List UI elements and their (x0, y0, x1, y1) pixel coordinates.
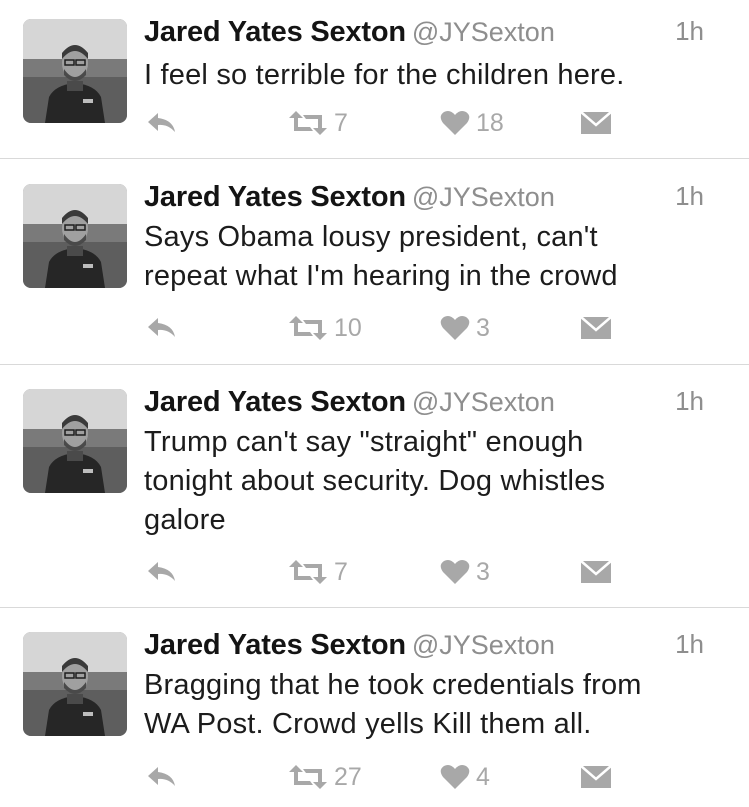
like-button[interactable]: 3 (440, 312, 490, 344)
timestamp: 1h (675, 16, 704, 46)
tweet-text-line: Trump can't say "straight" enough (144, 426, 584, 458)
avatar[interactable] (23, 389, 127, 493)
author-name[interactable]: Jared Yates Sexton (144, 181, 406, 213)
like-button[interactable]: 18 (440, 107, 504, 139)
like-count: 3 (476, 313, 490, 342)
heart-icon (440, 559, 470, 585)
avatar[interactable] (23, 184, 127, 288)
tweet-actions: 7 3 (0, 556, 749, 588)
author-name[interactable]: Jared Yates Sexton (144, 16, 406, 48)
author-name[interactable]: Jared Yates Sexton (144, 386, 406, 418)
retweet-button[interactable]: 7 (288, 107, 348, 139)
reply-icon (146, 111, 178, 135)
retweet-button[interactable]: 27 (288, 761, 362, 793)
reply-icon (146, 316, 178, 340)
tweet-text-line: I feel so terrible for the children here… (144, 59, 625, 91)
reply-button[interactable] (146, 107, 178, 139)
tweet-text-line: Says Obama lousy president, can't (144, 221, 598, 253)
retweet-button[interactable]: 7 (288, 556, 348, 588)
heart-icon (440, 110, 470, 136)
tweet-text-line: WA Post. Crowd yells Kill them all. (144, 708, 592, 740)
timestamp: 1h (675, 181, 704, 211)
heart-icon (440, 764, 470, 790)
direct-message-button[interactable] (580, 312, 612, 344)
tweet-header: Jared Yates Sexton @JYSexton 1h (144, 16, 729, 56)
tweet-text-line: repeat what I'm hearing in the crowd (144, 260, 618, 292)
tweet-text-line: Bragging that he took credentials from (144, 669, 642, 701)
reply-button[interactable] (146, 761, 178, 793)
reply-icon (146, 765, 178, 789)
tweet-text: Says Obama lousy president, can't repeat … (144, 218, 734, 296)
timestamp: 1h (675, 629, 704, 659)
envelope-icon (580, 764, 612, 790)
direct-message-button[interactable] (580, 556, 612, 588)
envelope-icon (580, 559, 612, 585)
retweet-icon (288, 560, 328, 584)
reply-icon (146, 560, 178, 584)
envelope-icon (580, 110, 612, 136)
author-handle[interactable]: @JYSexton (412, 630, 555, 660)
retweet-count: 10 (334, 313, 362, 342)
retweet-icon (288, 111, 328, 135)
tweet-actions: 7 18 (0, 107, 749, 139)
retweet-count: 7 (334, 108, 348, 137)
avatar[interactable] (23, 632, 127, 736)
tweet-actions: 10 3 (0, 312, 749, 344)
tweet-header: Jared Yates Sexton @JYSexton 1h (144, 181, 729, 221)
retweet-button[interactable]: 10 (288, 312, 362, 344)
tweet-divider (0, 607, 749, 608)
like-button[interactable]: 3 (440, 556, 490, 588)
direct-message-button[interactable] (580, 107, 612, 139)
tweet-header: Jared Yates Sexton @JYSexton 1h (144, 386, 729, 426)
tweet-divider (0, 158, 749, 159)
tweet-text: I feel so terrible for the children here… (144, 56, 734, 95)
tweet-text-line: galore (144, 504, 226, 536)
retweet-icon (288, 765, 328, 789)
author-name[interactable]: Jared Yates Sexton (144, 629, 406, 661)
like-count: 18 (476, 108, 504, 137)
direct-message-button[interactable] (580, 761, 612, 793)
author-handle[interactable]: @JYSexton (412, 17, 555, 47)
author-handle[interactable]: @JYSexton (412, 387, 555, 417)
tweet-text: Bragging that he took credentials from WA… (144, 666, 734, 744)
retweet-icon (288, 316, 328, 340)
like-button[interactable]: 4 (440, 761, 490, 793)
heart-icon (440, 315, 470, 341)
tweet-text-line: tonight about security. Dog whistles (144, 465, 606, 497)
author-handle[interactable]: @JYSexton (412, 182, 555, 212)
tweet-actions: 27 4 (0, 761, 749, 793)
timestamp: 1h (675, 386, 704, 416)
reply-button[interactable] (146, 556, 178, 588)
like-count: 3 (476, 557, 490, 586)
tweet-header: Jared Yates Sexton @JYSexton 1h (144, 629, 729, 669)
tweet-divider (0, 364, 749, 365)
retweet-count: 27 (334, 762, 362, 791)
like-count: 4 (476, 762, 490, 791)
retweet-count: 7 (334, 557, 348, 586)
reply-button[interactable] (146, 312, 178, 344)
tweet-text: Trump can't say "straight" enough tonight… (144, 423, 734, 540)
envelope-icon (580, 315, 612, 341)
